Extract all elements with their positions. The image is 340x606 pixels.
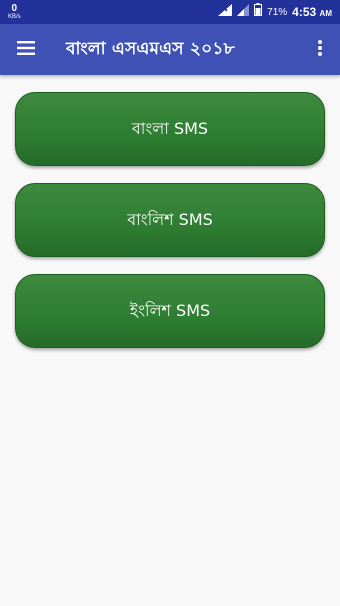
- overflow-menu-button[interactable]: [300, 24, 340, 75]
- battery-icon: [254, 3, 263, 21]
- status-indicators: 71% 4:53 AM: [218, 3, 332, 21]
- network-speed-unit: KB/s: [8, 14, 21, 20]
- hamburger-menu-icon: [16, 40, 36, 60]
- banglish-sms-button[interactable]: বাংলিশ SMS: [15, 183, 325, 257]
- status-bar: 0 KB/s 71% 4:53 AM: [0, 0, 340, 24]
- more-vert-icon: [317, 39, 323, 61]
- button-label: বাংলা SMS: [131, 118, 209, 138]
- signal-icon: [218, 3, 233, 21]
- network-speed: 0 KB/s: [8, 3, 21, 21]
- english-sms-button[interactable]: ইংলিশ SMS: [15, 274, 325, 348]
- app-toolbar: বাংলা এসএমএস ২০১৮: [0, 24, 340, 75]
- sms-category-list: বাংলা SMS বাংলিশ SMS ইংলিশ SMS: [15, 92, 325, 365]
- network-speed-value: 0: [11, 3, 18, 14]
- page-title: বাংলা এসএমএস ২০১৮: [66, 38, 235, 59]
- button-label: বাংলিশ SMS: [127, 209, 213, 229]
- status-clock: 4:53 AM: [292, 5, 332, 19]
- button-label: ইংলিশ SMS: [129, 300, 211, 320]
- signal-weak-icon: [237, 3, 250, 21]
- menu-button[interactable]: [0, 24, 52, 75]
- battery-percent: 71%: [267, 6, 288, 18]
- clock-suffix: AM: [319, 9, 332, 18]
- clock-time: 4:53: [292, 5, 317, 19]
- bangla-sms-button[interactable]: বাংলা SMS: [15, 92, 325, 166]
